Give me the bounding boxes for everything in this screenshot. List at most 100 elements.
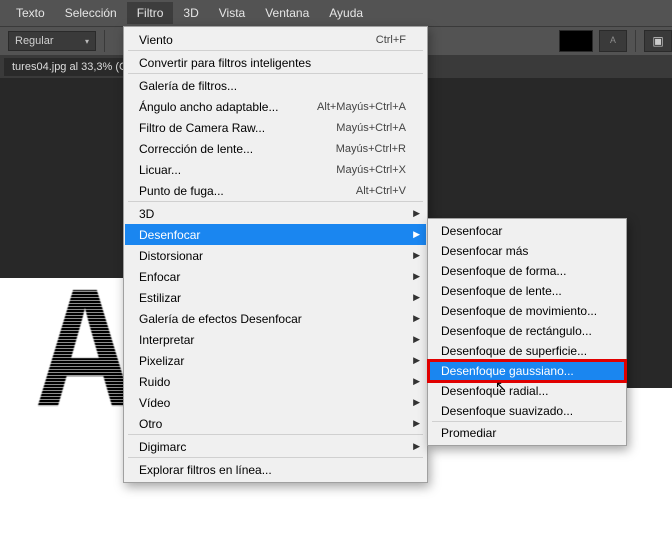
menubar-item-label: Filtro	[137, 6, 164, 20]
menu-item[interactable]: Punto de fuga...Alt+Ctrl+V	[125, 180, 426, 201]
menubar-item-label: Selección	[65, 6, 117, 20]
submenu-arrow-icon: ▶	[413, 208, 420, 219]
menubar-item-ventana[interactable]: Ventana	[255, 2, 319, 24]
submenu-item[interactable]: Desenfoque radial...	[429, 381, 625, 401]
menubar-item-ayuda[interactable]: Ayuda	[319, 2, 373, 24]
menubar-item-label: 3D	[183, 6, 198, 20]
menu-item-label: Galería de efectos Desenfocar	[139, 312, 406, 326]
submenu-item[interactable]: Desenfoque gaussiano...	[429, 361, 625, 381]
font-style-value: Regular	[15, 35, 54, 47]
menu-item-label: Digimarc	[139, 440, 406, 454]
submenu-item-label: Desenfoque de rectángulo...	[441, 324, 592, 338]
submenu-arrow-icon: ▶	[413, 397, 420, 408]
submenu-arrow-icon: ▶	[413, 271, 420, 282]
menubar-item-texto[interactable]: Texto	[6, 2, 55, 24]
menu-item-label: Interpretar	[139, 333, 406, 347]
menu-item-label: Ángulo ancho adaptable...	[139, 100, 317, 114]
submenu-item[interactable]: Desenfoque de superficie...	[429, 341, 625, 361]
separator	[635, 30, 636, 52]
menubar-item-selección[interactable]: Selección	[55, 2, 127, 24]
menu-item-label: Desenfocar	[139, 228, 406, 242]
document-tab-label: tures04.jpg al 33,3% (C	[12, 61, 127, 73]
menu-item-label: Punto de fuga...	[139, 184, 356, 198]
submenu-item-label: Desenfocar	[441, 224, 502, 238]
menubar-item-label: Vista	[219, 6, 245, 20]
menubar-item-label: Texto	[16, 6, 45, 20]
submenu-item[interactable]: Desenfocar más	[429, 241, 625, 261]
menu-item-label: Estilizar	[139, 291, 406, 305]
submenu-item[interactable]: Desenfoque de lente...	[429, 281, 625, 301]
menu-item[interactable]: Interpretar▶	[125, 329, 426, 350]
menu-item-shortcut: Alt+Ctrl+V	[356, 185, 406, 197]
menubar-item-3d[interactable]: 3D	[173, 2, 208, 24]
menu-item-shortcut: Alt+Mayús+Ctrl+A	[317, 101, 406, 113]
menu-item[interactable]: VientoCtrl+F	[125, 29, 426, 50]
submenu-item[interactable]: Desenfoque de movimiento...	[429, 301, 625, 321]
desenfocar-submenu: Desenfocar Desenfocar más Desenfoque de fo…	[427, 218, 627, 446]
submenu-arrow-icon: ▶	[413, 418, 420, 429]
menu-item-label: Distorsionar	[139, 249, 406, 263]
menu-item[interactable]: Galería de filtros...	[125, 75, 426, 96]
menu-item[interactable]: Estilizar ▶	[125, 287, 426, 308]
menu-item[interactable]: Galería de efectos Desenfocar ▶	[125, 308, 426, 329]
submenu-arrow-icon: ▶	[413, 292, 420, 303]
menu-item-label: Filtro de Camera Raw...	[139, 121, 336, 135]
submenu-arrow-icon: ▶	[413, 355, 420, 366]
menu-item[interactable]: Desenfocar ▶	[125, 224, 426, 245]
font-style-select[interactable]: Regular ▾	[8, 31, 96, 51]
document-tab[interactable]: tures04.jpg al 33,3% (C	[4, 58, 135, 76]
menu-item-label: Viento	[139, 33, 376, 47]
submenu-item[interactable]: Desenfoque suavizado...	[429, 401, 625, 421]
char-panel-button[interactable]: ᴬ	[599, 30, 627, 52]
menu-item-label: Corrección de lente...	[139, 142, 336, 156]
panel-group-button[interactable]: ▣	[644, 30, 672, 52]
menu-item-label: Ruido	[139, 375, 406, 389]
menu-item[interactable]: Corrección de lente...Mayús+Ctrl+R	[125, 138, 426, 159]
submenu-item[interactable]: Desenfoque de forma...	[429, 261, 625, 281]
menu-item[interactable]: Filtro de Camera Raw...Mayús+Ctrl+A	[125, 117, 426, 138]
submenu-item-label: Desenfocar más	[441, 244, 528, 258]
menu-item[interactable]: Pixelizar ▶	[125, 350, 426, 371]
submenu-item-label: Promediar	[441, 426, 496, 440]
person-icon: ᴬ	[610, 34, 616, 49]
menu-item-shortcut: Ctrl+F	[376, 34, 406, 46]
menu-item[interactable]: 3D ▶	[125, 203, 426, 224]
submenu-arrow-icon: ▶	[413, 441, 420, 452]
menubar-item-label: Ayuda	[329, 6, 363, 20]
submenu-item-label: Desenfoque de superficie...	[441, 344, 587, 358]
color-swatch-button[interactable]	[559, 30, 593, 52]
menu-item-label: 3D	[139, 207, 406, 221]
submenu-item-label: Desenfoque suavizado...	[441, 404, 573, 418]
submenu-item-label: Desenfoque de movimiento...	[441, 304, 597, 318]
menu-item-shortcut: Mayús+Ctrl+X	[336, 164, 406, 176]
menu-item[interactable]: Ángulo ancho adaptable...Alt+Mayús+Ctrl+…	[125, 96, 426, 117]
submenu-item-label: Desenfoque de lente...	[441, 284, 562, 298]
submenu-item[interactable]: Desenfocar	[429, 221, 625, 241]
menu-item-label: Licuar...	[139, 163, 336, 177]
menu-item[interactable]: Explorar filtros en línea...	[125, 459, 426, 480]
menu-item-shortcut: Mayús+Ctrl+A	[336, 122, 406, 134]
submenu-item[interactable]: Desenfoque de rectángulo...	[429, 321, 625, 341]
menu-item[interactable]: Distorsionar▶	[125, 245, 426, 266]
chevron-down-icon: ▾	[85, 37, 89, 46]
menu-item[interactable]: Licuar...Mayús+Ctrl+X	[125, 159, 426, 180]
menu-item[interactable]: Otro ▶	[125, 413, 426, 434]
submenu-arrow-icon: ▶	[413, 376, 420, 387]
menu-item[interactable]: Convertir para filtros inteligentes	[125, 52, 426, 73]
menu-item[interactable]: Digimarc ▶	[125, 436, 426, 457]
menu-item[interactable]: Ruido ▶	[125, 371, 426, 392]
menu-item[interactable]: Vídeo▶	[125, 392, 426, 413]
submenu-item[interactable]: Promediar	[429, 423, 625, 443]
filtro-dropdown-menu: VientoCtrl+F Convertir para filtros intel…	[123, 26, 428, 483]
submenu-arrow-icon: ▶	[413, 313, 420, 324]
menu-item-label: Otro	[139, 417, 406, 431]
submenu-item-label: Desenfoque radial...	[441, 384, 548, 398]
submenu-item-label: Desenfoque gaussiano...	[441, 364, 574, 378]
menu-item-label: Pixelizar	[139, 354, 406, 368]
menubar-item-filtro[interactable]: Filtro	[127, 2, 174, 24]
menubar-item-label: Ventana	[265, 6, 309, 20]
submenu-arrow-icon: ▶	[413, 229, 420, 240]
menubar-item-vista[interactable]: Vista	[209, 2, 255, 24]
menu-item-label: Convertir para filtros inteligentes	[139, 56, 406, 70]
menu-item[interactable]: Enfocar▶	[125, 266, 426, 287]
